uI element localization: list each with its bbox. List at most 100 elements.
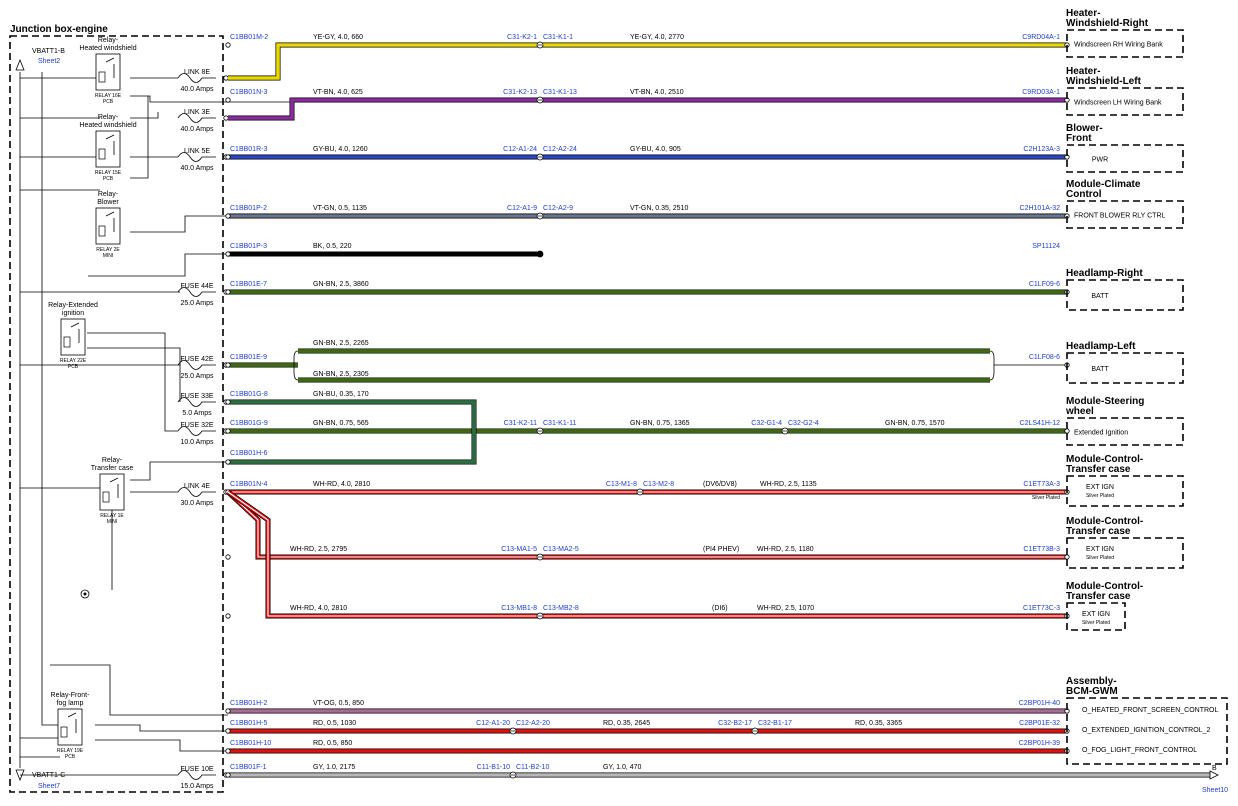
wire-6: C1BB01G-9 GN-BN, 0.75, 565 C2LS41H-12 C31-K…: [225, 420, 1070, 435]
wire-start-label-7[interactable]: C1BB01N-4: [230, 481, 267, 488]
fuse-4: FUSE 42E 25.0 Amps: [177, 356, 229, 380]
wire-spec2-6: GN-BN, 0.75, 1365: [630, 420, 690, 427]
component-box-5: [1066, 352, 1184, 384]
wire-end-label-2[interactable]: C2H123A-3: [1023, 146, 1060, 153]
wire-splice-b-7[interactable]: C13-M2-8: [643, 481, 674, 488]
wire-start-label-10[interactable]: C1BB01H-2: [230, 700, 267, 707]
component-pin-2: PWR: [1092, 157, 1108, 164]
component-box-4: [1066, 279, 1184, 311]
wire-end-label-1[interactable]: C9RD03A-1: [1022, 89, 1060, 96]
hl-end-label[interactable]: C1LF08-6: [1029, 354, 1060, 361]
wire-5: C1BB01E-7 GN-BN, 2.5, 3860 C1LF09-6: [225, 281, 1070, 295]
wire-splice-a-7[interactable]: C13-M1-8: [606, 481, 637, 488]
wire-start-label-12[interactable]: C1BB01H-10: [230, 740, 271, 747]
hl-start-label[interactable]: C1BB01E-9: [230, 354, 267, 361]
junction-box-title: Junction box-engine: [10, 24, 108, 35]
wire-splice-b-11[interactable]: C12-A2-20: [516, 720, 550, 727]
relay-name-1-1: Heated windshield: [79, 122, 136, 129]
wire-12: C1BB01H-10 RD, 0.5, 850 C2BP01H-39: [225, 740, 1070, 754]
wire-splice-b-0[interactable]: C31-K1-1: [543, 34, 573, 41]
wire-splice-a-6[interactable]: C31-K2-11: [504, 420, 537, 427]
wire-splice-b-3[interactable]: C12-A2-9: [543, 205, 573, 212]
sheet-right-conn-letter: B: [1212, 765, 1217, 772]
wire-start-label-4[interactable]: C1BB01P-3: [230, 243, 267, 250]
wire-end-label-8[interactable]: C1ET73B-3: [1023, 546, 1060, 553]
relay-0: Relay-Heated windshieldRELAY 16EPCB: [79, 37, 136, 105]
wire-end-label-10[interactable]: C2BP01H-40: [1019, 700, 1060, 707]
wire-start-label-11[interactable]: C1BB01H-5: [230, 720, 267, 727]
fuse-6: FUSE 32E 10.0 Amps: [177, 422, 229, 446]
wire-end-label-11[interactable]: C2BP01E-32: [1019, 720, 1060, 727]
wire-start-terminal-icon-12: [225, 748, 231, 754]
wire-start-label-5[interactable]: C1BB01E-7: [230, 281, 267, 288]
component-title-7-1: Transfer case: [1066, 464, 1131, 475]
relay-fog-links: [20, 664, 228, 776]
wire-end-label-6[interactable]: C2LS41H-12: [1020, 420, 1061, 427]
wire-2: C1BB01R-3 GY-BU, 4.0, 1260 C2H123A-3 C12-A1…: [225, 146, 1070, 161]
wire-splice-b-1[interactable]: C31-K1-13: [543, 89, 577, 96]
wire-splice2-b-11[interactable]: C32-B1-17: [758, 720, 792, 727]
fuses: LINK 8E40.0 Amps LINK 3E40.0 Amps LINK 5E4…: [177, 69, 229, 790]
wire-start-terminal-icon-3: [225, 213, 231, 219]
wire-splice-a-1[interactable]: C31-K2-13: [503, 89, 537, 96]
wire-splice-a-2[interactable]: C12-A1-24: [503, 146, 537, 153]
component-4: Headlamp-Right BATT: [1066, 268, 1184, 311]
gnbu-spec: GN-BU, 0.35, 170: [313, 391, 369, 398]
component-title-5-0: Headlamp-Left: [1066, 341, 1136, 352]
relay-transfer-links: [111, 461, 228, 590]
fuse-1: LINK 3E40.0 Amps: [177, 109, 229, 133]
wire-1-edge: [228, 97, 1067, 121]
wire-end-label-3[interactable]: C2H101A-32: [1020, 205, 1061, 212]
relay-2: Relay-BlowerRELAY 2EMINI: [95, 191, 121, 259]
wire-splice2-a-11[interactable]: C32-B2-17: [718, 720, 752, 727]
wire-end-label-4[interactable]: SP11124: [1032, 243, 1060, 250]
wire-splice-b-13[interactable]: C11-B2-10: [516, 764, 549, 771]
wire-0-edge: [228, 42, 1067, 81]
wire-start-label-0[interactable]: C1BB01M-2: [230, 34, 268, 41]
component-signal-10-2: O_FOG_LIGHT_FRONT_CONTROL: [1082, 747, 1197, 754]
wire-start-label-1[interactable]: C1BB01N-3: [230, 89, 267, 96]
wire-splice-a-11[interactable]: C12-A1-20: [476, 720, 510, 727]
fuse-label-8: FUSE 10E: [180, 766, 213, 773]
vbatt-top-arrow-icon: [15, 58, 25, 71]
wire-splice-a-13[interactable]: C11-B1-10: [477, 764, 510, 771]
wire-end-label-5[interactable]: C1LF09-6: [1029, 281, 1060, 288]
wire-splice-b-8[interactable]: C13-MA2-5: [543, 546, 579, 553]
wire-start-label-6[interactable]: C1BB01G-9: [230, 420, 268, 427]
wire-splice-a-8[interactable]: C13-MA1-5: [501, 546, 537, 553]
fuse-rating-3: 25.0 Amps: [180, 300, 214, 307]
wire-start-label-13[interactable]: C1BB01F-1: [230, 764, 267, 771]
relay-name-5-0: Relay-Front-: [51, 692, 91, 699]
wire-start-terminal-icon-1: [225, 97, 231, 103]
wire-0-fill: [228, 43, 1067, 80]
wire-splice-b-9[interactable]: C13-MB2-8: [543, 605, 579, 612]
wire-note-9: (DI6): [712, 605, 728, 612]
fuse-terminal-icon-0: [223, 75, 229, 81]
wire-start-label-2[interactable]: C1BB01R-3: [230, 146, 267, 153]
wire-spec1-9: WH-RD, 4.0, 2810: [290, 605, 347, 612]
wire-splice-b-2[interactable]: C12-A2-24: [543, 146, 577, 153]
fuse-rating-5: 5.0 Amps: [182, 410, 212, 417]
wire-start-label-3[interactable]: C1BB01P-2: [230, 205, 267, 212]
gnbu-start-bottom-label[interactable]: C1BB01H-6: [230, 450, 267, 457]
fuse-0: LINK 8E40.0 Amps: [177, 69, 229, 93]
wire-splice2-a-6[interactable]: C32-G1-4: [751, 420, 782, 427]
wire-end-label-7[interactable]: C1ET73A-3: [1023, 481, 1060, 488]
wire-splice-a-0[interactable]: C31-K2-1: [507, 34, 537, 41]
wire-end-label-9[interactable]: C1ET73C-3: [1023, 605, 1060, 612]
wire-spec3-6: GN-BN, 0.75, 1570: [885, 420, 945, 427]
component-title-3-1: Control: [1066, 189, 1102, 200]
sheet-top-link[interactable]: Sheet2: [38, 58, 60, 65]
wire-end-label-0[interactable]: C9RD04A-1: [1022, 34, 1060, 41]
relay-sub-3: PCB: [68, 364, 79, 370]
relay-name-3-1: ignition: [62, 310, 84, 317]
fuse-7: LINK 4E30.0 Amps: [177, 483, 229, 507]
sheet-right-link[interactable]: Sheet10: [1202, 787, 1228, 794]
sheet-bottom-link[interactable]: Sheet7: [38, 783, 60, 790]
gnbu-start-top-label[interactable]: C1BB01G-8: [230, 391, 268, 398]
wire-splice2-b-6[interactable]: C32-G2-4: [788, 420, 819, 427]
wire-end-label-12[interactable]: C2BP01H-39: [1019, 740, 1060, 747]
wire-splice-a-9[interactable]: C13-MB1-8: [501, 605, 537, 612]
wire-splice-a-3[interactable]: C12-A1-9: [507, 205, 537, 212]
wire-splice-b-6[interactable]: C31-K1-11: [543, 420, 576, 427]
